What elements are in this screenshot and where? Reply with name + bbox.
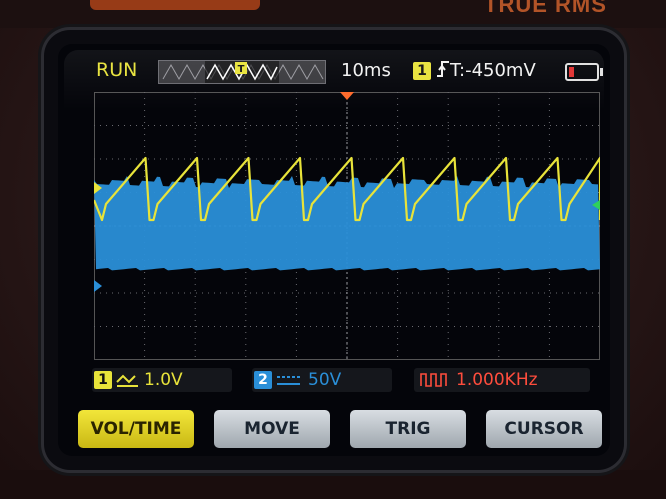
status-bar: RUN T 10ms 1 T:-450mV — [58, 56, 610, 86]
vol-time-button[interactable]: VOL/TIME — [78, 410, 194, 448]
softkey-bar: VOL/TIME MOVE TRIG CURSOR — [58, 406, 610, 450]
ch1-scale-value: 1.0V — [144, 370, 183, 390]
move-button[interactable]: MOVE — [214, 410, 330, 448]
waveform-plot — [92, 92, 602, 360]
ch2-scale-value: 50V — [308, 370, 342, 390]
ch1-scale-box[interactable]: 1 1.0V — [92, 368, 232, 392]
run-state[interactable]: RUN — [96, 59, 137, 81]
ch1-badge: 1 — [94, 371, 112, 389]
dc-coupling-icon — [277, 376, 300, 385]
dc-coupling-icon — [116, 374, 138, 387]
case-bottom — [0, 470, 666, 499]
cursor-button[interactable]: CURSOR — [486, 410, 602, 448]
ch2-scale-box[interactable]: 2 50V — [252, 368, 392, 392]
ch2-badge: 2 — [254, 371, 272, 389]
timebase-value[interactable]: 10ms — [341, 60, 391, 81]
svg-text:T: T — [238, 64, 245, 75]
square-wave-icon — [420, 373, 447, 387]
battery-low-icon — [565, 63, 603, 81]
waveform-display — [92, 92, 602, 360]
brand-strip — [90, 0, 260, 10]
trigger-position-strip: T — [158, 60, 326, 84]
trigger-level[interactable]: T:-450mV — [436, 60, 536, 81]
channel-info-bar: 1 1.0V 2 50V 1.000KHz — [58, 368, 610, 396]
waveform-overview-icon: T — [162, 61, 324, 83]
frequency-box[interactable]: 1.000KHz — [414, 368, 590, 392]
rising-edge-icon — [437, 61, 449, 77]
trigger-level-text: T:-450mV — [450, 60, 536, 81]
brand-label: TRUE RMS — [484, 0, 607, 17]
oscilloscope-screen: RUN T 10ms 1 T:-450mV 1 1.0V 2 50V 1.000… — [58, 44, 610, 456]
frequency-value: 1.000KHz — [456, 370, 538, 390]
trigger-channel-badge: 1 — [413, 62, 431, 80]
trig-button[interactable]: TRIG — [350, 410, 466, 448]
